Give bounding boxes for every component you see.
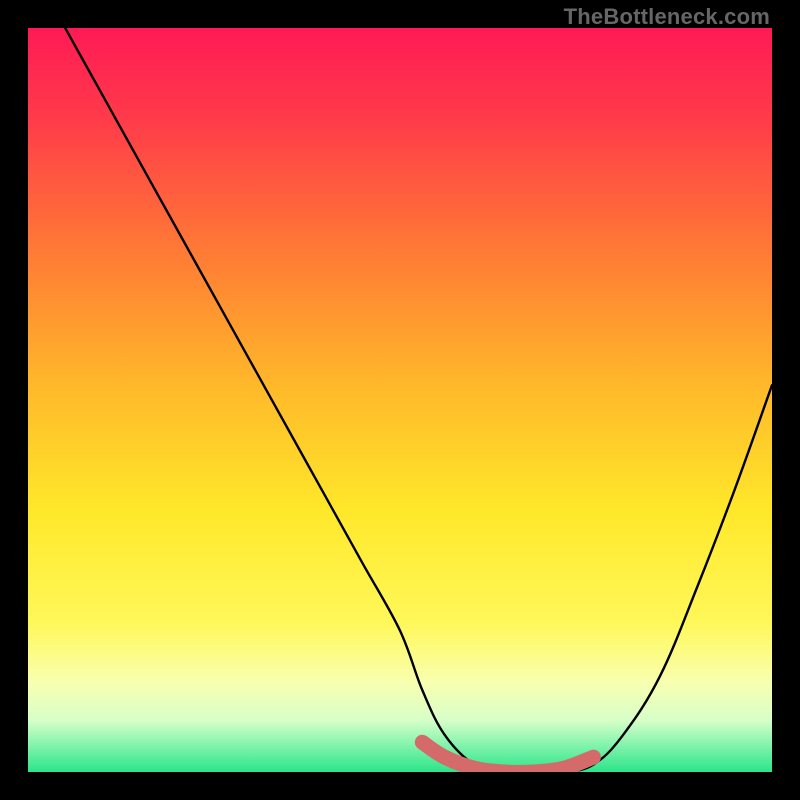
- bottleneck-curve: [65, 28, 772, 772]
- watermark-text: TheBottleneck.com: [564, 4, 770, 30]
- highlight-band: [422, 742, 593, 772]
- plot-frame: [28, 28, 772, 772]
- bottleneck-chart: [28, 28, 772, 772]
